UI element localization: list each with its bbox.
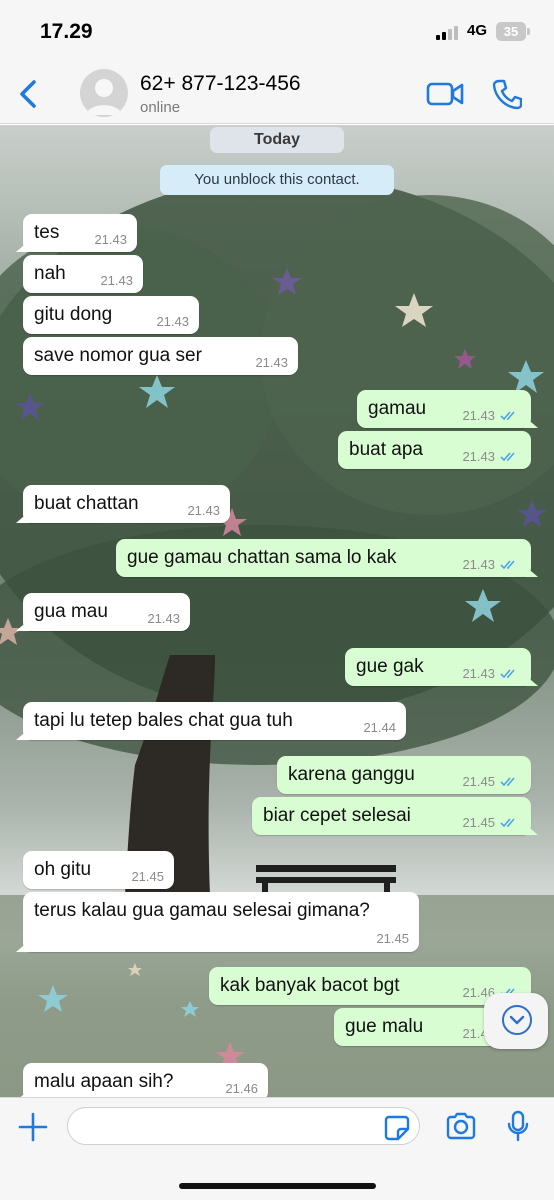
message-text: gue gamau chattan sama lo kak [127, 547, 397, 568]
double-check-icon [500, 669, 515, 679]
message-time: 21.43 [147, 611, 180, 626]
message-outgoing[interactable]: karena ganggu 21.45 [277, 756, 531, 794]
scroll-down-icon [509, 1015, 525, 1025]
message-time: 21.43 [255, 355, 288, 370]
message-time: 21.45 [462, 774, 495, 789]
message-incoming[interactable]: gua mau 21.43 [23, 593, 190, 631]
chat-area[interactable]: Today You unblock this contact. tes 21.4… [0, 125, 554, 1097]
message-text: nah [34, 263, 66, 284]
message-text: terus kalau gua gamau selesai gimana? [34, 900, 370, 921]
message-outgoing[interactable]: buat apa 21.43 [338, 431, 531, 469]
composer-bar [0, 1097, 554, 1200]
message-time: 21.45 [462, 815, 495, 830]
message-time: 21.43 [156, 314, 189, 329]
message-text: gua mau [34, 601, 108, 622]
message-text: gue gak [356, 656, 424, 677]
message-text: malu apaan sih? [34, 1071, 174, 1092]
message-text: tes [34, 222, 60, 243]
message-time: 21.43 [94, 232, 127, 247]
microphone-icon[interactable] [506, 1110, 530, 1142]
double-check-icon [500, 560, 515, 570]
double-check-icon [500, 411, 515, 421]
message-incoming[interactable]: buat chattan 21.43 [23, 485, 230, 523]
message-text: oh gitu [34, 859, 92, 880]
message-incoming[interactable]: malu apaan sih? 21.46 [23, 1063, 268, 1097]
battery-cap [527, 28, 530, 35]
message-text: biar cepet selesai [263, 805, 411, 826]
message-outgoing[interactable]: kak banyak bacot bgt 21.46 [209, 967, 531, 1005]
message-outgoing[interactable]: gue gak 21.43 [345, 648, 531, 686]
message-text: buat apa [349, 439, 423, 460]
message-incoming[interactable]: save nomor gua ser 21.43 [23, 337, 298, 375]
message-outgoing[interactable]: gamau 21.43 [357, 390, 531, 428]
message-incoming[interactable]: nah 21.43 [23, 255, 143, 293]
double-check-icon [500, 777, 515, 787]
message-time: 21.45 [376, 931, 409, 946]
message-time: 21.43 [100, 273, 133, 288]
message-outgoing[interactable]: biar cepet selesai 21.45 [252, 797, 531, 835]
message-time: 21.43 [462, 557, 495, 572]
message-time: 21.43 [187, 503, 220, 518]
chat-header: 62+ 877-123-456 online [0, 64, 554, 124]
contact-name[interactable]: 62+ 877-123-456 [140, 72, 301, 96]
message-incoming[interactable]: tes 21.43 [23, 214, 137, 252]
message-time: 21.43 [462, 449, 495, 464]
message-time: 21.46 [225, 1081, 258, 1096]
message-time: 21.44 [363, 720, 396, 735]
message-text: gitu dong [34, 304, 113, 325]
message-incoming[interactable]: terus kalau gua gamau selesai gimana? 21… [23, 892, 419, 952]
message-incoming[interactable]: gitu dong 21.43 [23, 296, 199, 334]
message-text: tapi lu tetep bales chat gua tuh [34, 710, 293, 731]
home-indicator [179, 1183, 376, 1189]
scroll-to-bottom-button[interactable] [484, 993, 548, 1049]
camera-icon[interactable] [445, 1112, 477, 1140]
network-type: 4G [467, 22, 488, 39]
avatar[interactable] [80, 69, 128, 117]
avatar-placeholder-icon [86, 79, 122, 115]
battery-icon: 35 [496, 22, 526, 41]
status-time: 17.29 [40, 20, 93, 43]
message-incoming[interactable]: oh gitu 21.45 [23, 851, 174, 889]
contact-status: online [140, 99, 181, 116]
date-separator: Today [210, 127, 344, 153]
double-check-icon [500, 452, 515, 462]
back-chevron-icon[interactable] [14, 76, 42, 112]
message-time: 21.45 [131, 869, 164, 884]
message-text: karena ganggu [288, 764, 415, 785]
message-outgoing[interactable]: gue gamau chattan sama lo kak 21.43 [116, 539, 531, 577]
plus-icon[interactable] [18, 1112, 48, 1142]
message-text: buat chattan [34, 493, 139, 514]
message-text: save nomor gua ser [34, 345, 202, 366]
video-call-icon[interactable] [426, 80, 464, 108]
message-input[interactable] [67, 1107, 420, 1145]
message-incoming[interactable]: tapi lu tetep bales chat gua tuh 21.44 [23, 702, 406, 740]
message-text: kak banyak bacot bgt [220, 975, 400, 996]
message-text: gamau [368, 398, 427, 419]
system-message: You unblock this contact. [160, 165, 394, 195]
message-time: 21.43 [462, 666, 495, 681]
sticker-icon[interactable] [384, 1115, 410, 1141]
signal-icon [436, 26, 462, 40]
phone-icon[interactable] [492, 78, 522, 110]
double-check-icon [500, 818, 515, 828]
message-text: gue malu [345, 1016, 424, 1037]
message-time: 21.43 [462, 408, 495, 423]
status-bar: 17.29 4G 35 [0, 0, 554, 64]
